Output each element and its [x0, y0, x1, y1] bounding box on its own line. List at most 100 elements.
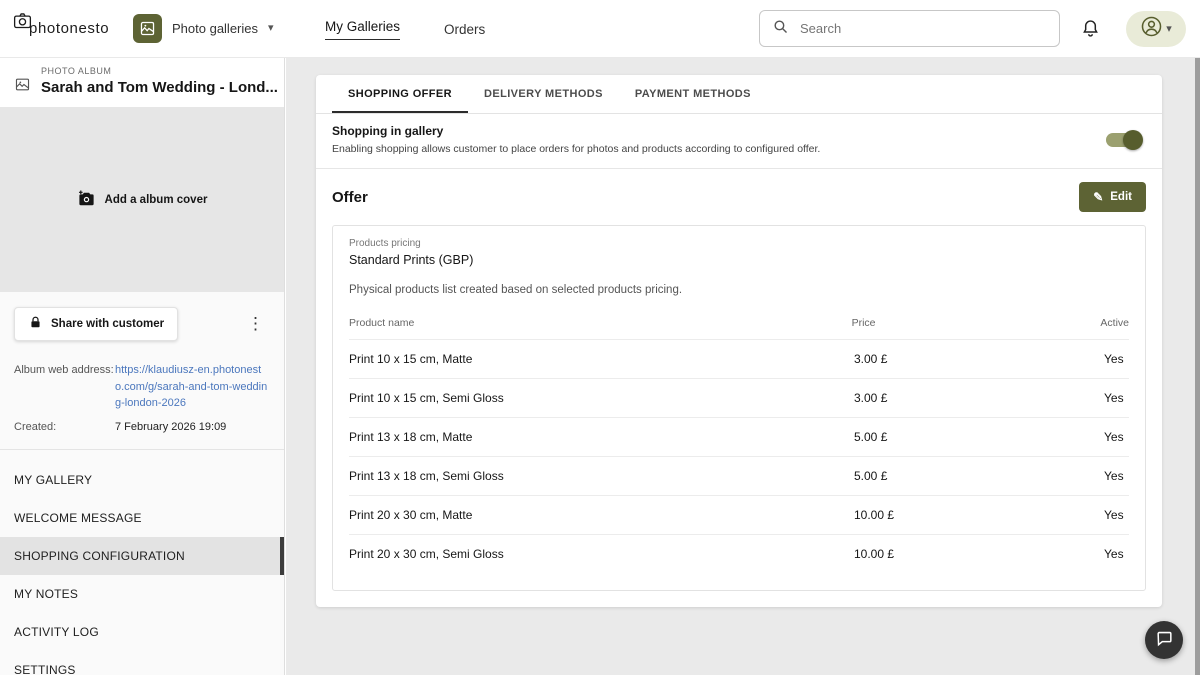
product-name: Print 10 x 15 cm, Matte: [349, 352, 854, 366]
album-title: Sarah and Tom Wedding - Lond...: [41, 79, 278, 96]
table-row: Print 13 x 18 cm, Matte 5.00 £ Yes: [349, 417, 1129, 456]
products-pricing-label: Products pricing: [349, 238, 1129, 249]
product-active: Yes: [1104, 430, 1129, 444]
nav-my-galleries[interactable]: My Galleries: [325, 19, 400, 40]
toggle-knob: [1123, 130, 1143, 150]
table-row: Print 13 x 18 cm, Semi Gloss 5.00 £ Yes: [349, 456, 1129, 495]
table-row: Print 20 x 30 cm, Matte 10.00 £ Yes: [349, 495, 1129, 534]
topbar: photonesto Photo galleries ▾ My Gallerie…: [0, 0, 1200, 58]
search-box: [759, 10, 1060, 47]
product-price: 5.00 £: [854, 469, 1104, 483]
sidebar-item-activity-log[interactable]: ACTIVITY LOG: [0, 613, 284, 651]
album-web-address-row: Album web address: https://klaudiusz-en.…: [14, 362, 270, 412]
sidebar-item-welcome-message[interactable]: WELCOME MESSAGE: [0, 499, 284, 537]
album-created-row: Created: 7 February 2026 19:09: [14, 419, 270, 436]
created-label: Created:: [14, 419, 115, 436]
share-with-customer-button[interactable]: Share with customer: [14, 307, 178, 341]
product-active: Yes: [1104, 469, 1129, 483]
edit-offer-button[interactable]: ✎ Edit: [1079, 182, 1146, 212]
tab-payment-methods[interactable]: PAYMENT METHODS: [619, 75, 767, 113]
tab-delivery-methods[interactable]: DELIVERY METHODS: [468, 75, 619, 113]
product-name: Print 13 x 18 cm, Semi Gloss: [349, 469, 854, 483]
column-header-product-name: Product name: [349, 317, 852, 329]
sidebar-item-my-gallery[interactable]: MY GALLERY: [0, 461, 284, 499]
tab-bar: SHOPPING OFFER DELIVERY METHODS PAYMENT …: [316, 75, 1162, 114]
shopping-in-gallery-description: Enabling shopping allows customer to pla…: [332, 143, 820, 155]
add-album-cover-label: Add a album cover: [105, 194, 208, 206]
sidebar-item-settings[interactable]: SETTINGS: [0, 651, 284, 689]
album-header-text: PHOTO ALBUM Sarah and Tom Wedding - Lond…: [41, 66, 278, 98]
chevron-down-icon: ▾: [1166, 24, 1172, 35]
sidebar-item-shopping-configuration[interactable]: SHOPPING CONFIGURATION: [0, 537, 284, 575]
bell-icon: [1080, 27, 1101, 42]
product-active: Yes: [1104, 352, 1129, 366]
offer-details: Products pricing Standard Prints (GBP) P…: [332, 225, 1146, 591]
chat-bubble-icon: [1155, 629, 1174, 651]
products-table: Product name Price Active Print 10 x 15 …: [349, 308, 1129, 573]
page-scrollbar[interactable]: [1195, 58, 1200, 675]
photo-album-icon: [14, 76, 31, 98]
logo[interactable]: photonesto: [12, 15, 109, 41]
logo-camera-icon: [12, 15, 33, 41]
table-row: Print 10 x 15 cm, Matte 3.00 £ Yes: [349, 339, 1129, 378]
product-active: Yes: [1104, 547, 1129, 561]
edit-button-label: Edit: [1110, 191, 1132, 203]
product-price: 5.00 £: [854, 430, 1104, 444]
album-type-label: PHOTO ALBUM: [41, 66, 278, 76]
table-row: Print 20 x 30 cm, Semi Gloss 10.00 £ Yes: [349, 534, 1129, 573]
album-cover-placeholder: Add a album cover: [0, 107, 284, 292]
sidebar-item-my-notes[interactable]: MY NOTES: [0, 575, 284, 613]
pencil-icon: ✎: [1093, 191, 1103, 203]
shopping-configuration-card: SHOPPING OFFER DELIVERY METHODS PAYMENT …: [316, 75, 1162, 607]
product-price: 10.00 £: [854, 547, 1104, 561]
product-active: Yes: [1104, 391, 1129, 405]
album-options-kebab-icon[interactable]: ⋮: [237, 312, 274, 336]
column-header-active: Active: [1100, 317, 1129, 329]
album-web-address-link[interactable]: https://klaudiusz-en.photonesto.com/g/sa…: [115, 362, 270, 412]
offer-header: Offer ✎ Edit: [316, 169, 1162, 224]
galleries-dropdown-label: Photo galleries: [172, 21, 258, 36]
products-pricing-value: Standard Prints (GBP): [349, 253, 1129, 267]
shopping-in-gallery-text: Shopping in gallery Enabling shopping al…: [332, 124, 820, 155]
galleries-icon: [133, 14, 162, 43]
shopping-in-gallery-section: Shopping in gallery Enabling shopping al…: [316, 114, 1162, 169]
main-content: SHOPPING OFFER DELIVERY METHODS PAYMENT …: [286, 58, 1200, 675]
shopping-enabled-toggle[interactable]: [1106, 133, 1140, 147]
shopping-in-gallery-title: Shopping in gallery: [332, 124, 820, 138]
product-price: 3.00 £: [854, 391, 1104, 405]
album-info: Album web address: https://klaudiusz-en.…: [0, 351, 284, 450]
product-name: Print 10 x 15 cm, Semi Gloss: [349, 391, 854, 405]
album-header: PHOTO ALBUM Sarah and Tom Wedding - Lond…: [0, 58, 284, 107]
chat-widget-button[interactable]: [1145, 621, 1183, 659]
share-button-label: Share with customer: [51, 318, 164, 330]
notifications-button[interactable]: [1080, 18, 1101, 42]
chevron-down-icon: ▾: [268, 23, 274, 34]
add-album-cover-button[interactable]: Add a album cover: [77, 189, 208, 211]
user-menu[interactable]: ▾: [1126, 11, 1186, 47]
top-navigation: My Galleries Orders: [325, 0, 485, 58]
add-photo-camera-icon: [77, 189, 96, 211]
logo-text: photonesto: [29, 20, 109, 37]
album-web-address-label: Album web address:: [14, 362, 115, 412]
tab-shopping-offer[interactable]: SHOPPING OFFER: [332, 75, 468, 113]
created-value: 7 February 2026 19:09: [115, 419, 226, 436]
search-icon: [772, 18, 789, 40]
product-name: Print 13 x 18 cm, Matte: [349, 430, 854, 444]
column-header-price: Price: [852, 317, 1101, 329]
lock-icon: [28, 315, 43, 333]
product-price: 3.00 £: [854, 352, 1104, 366]
share-row: Share with customer ⋮: [0, 292, 284, 351]
photo-galleries-dropdown[interactable]: Photo galleries ▾: [133, 14, 274, 43]
nav-orders[interactable]: Orders: [444, 22, 485, 37]
table-row: Print 10 x 15 cm, Semi Gloss 3.00 £ Yes: [349, 378, 1129, 417]
product-price: 10.00 £: [854, 508, 1104, 522]
sidebar-navigation: MY GALLERY WELCOME MESSAGE SHOPPING CONF…: [0, 450, 284, 689]
sidebar: PHOTO ALBUM Sarah and Tom Wedding - Lond…: [0, 58, 285, 675]
product-active: Yes: [1104, 508, 1129, 522]
avatar-icon: [1140, 15, 1163, 43]
product-name: Print 20 x 30 cm, Matte: [349, 508, 854, 522]
search-input[interactable]: [800, 21, 1047, 36]
products-list-note: Physical products list created based on …: [349, 284, 1129, 296]
products-table-header: Product name Price Active: [349, 308, 1129, 339]
product-name: Print 20 x 30 cm, Semi Gloss: [349, 547, 854, 561]
